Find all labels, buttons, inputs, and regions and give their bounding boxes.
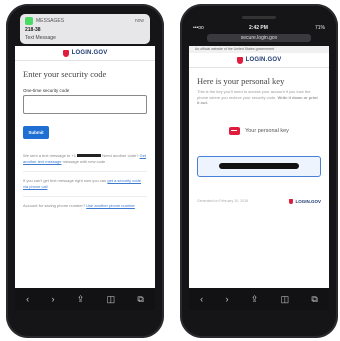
tabs-icon[interactable]: ⧉: [137, 294, 143, 305]
generated-date: Generated on February 10, 2018: [197, 199, 248, 203]
messages-app-icon: [25, 17, 33, 25]
phone-left: MESSAGES now 218-38 Text Message LOGIN.G…: [6, 4, 164, 338]
gov-banner: An official website of the United States…: [189, 46, 329, 53]
redacted-phone: [77, 154, 102, 158]
other-phone-info: Account for saving phone number? Use ano…: [15, 203, 155, 209]
resend-suffix: message with new code: [62, 159, 106, 164]
divider: [23, 196, 147, 197]
personal-key-intro: This is the key you'll need to access yo…: [189, 89, 329, 106]
notification-time: now: [134, 18, 144, 24]
divider: [23, 171, 147, 172]
submit-button[interactable]: Submit: [23, 126, 49, 139]
redacted-personal-key: [219, 163, 299, 169]
sms-notification[interactable]: MESSAGES now 218-38 Text Message: [20, 14, 150, 44]
code-field-label: One-time security code: [23, 88, 70, 93]
phone-call-info: If you can't get text message right now …: [15, 178, 155, 190]
notification-message: Text Message: [25, 35, 56, 41]
brand-label: LOGIN.GOV: [245, 57, 282, 63]
carrier-signal: •••oo: [193, 25, 204, 31]
footer-brand-label: LOGIN.GOV: [295, 198, 321, 204]
login-header: LOGIN.GOV: [189, 53, 329, 67]
security-code-input[interactable]: [23, 95, 147, 114]
speaker-grille: [242, 16, 276, 19]
shield-icon: [236, 56, 243, 64]
bookmarks-icon[interactable]: ◫: [107, 294, 116, 305]
url-field[interactable]: secure.login.gov: [207, 34, 311, 42]
forward-icon[interactable]: ›: [225, 294, 228, 304]
notification-app: MESSAGES: [36, 18, 65, 24]
share-icon[interactable]: ⇪: [251, 294, 259, 305]
bookmarks-icon[interactable]: ◫: [281, 294, 290, 305]
back-icon[interactable]: ‹: [200, 294, 203, 304]
key-label: Your personal key: [245, 127, 289, 134]
personal-key-card: Your personal key: [197, 116, 321, 146]
phone-call-text: If you can't get text message right now …: [23, 178, 107, 183]
personal-key-box: [197, 155, 321, 177]
forward-icon[interactable]: ›: [51, 294, 54, 304]
left-screen: LOGIN.GOV Enter your security code One-t…: [15, 46, 155, 288]
sent-text: We sent a text message to +1: [23, 153, 76, 158]
page-title: Here is your personal key: [197, 76, 285, 86]
key-icon: [229, 126, 241, 135]
other-phone-link[interactable]: Use another phone number: [86, 203, 135, 208]
key-footer: Generated on February 10, 2018 LOGIN.GOV: [197, 198, 321, 204]
login-header: LOGIN.GOV: [15, 46, 155, 60]
sent-message-info: We sent a text message to +1 Need anothe…: [15, 153, 155, 165]
footer-brand: LOGIN.GOV: [289, 198, 321, 204]
back-icon[interactable]: ‹: [26, 294, 29, 304]
page-title: Enter your security code: [23, 69, 107, 79]
notification-sender: 218-38: [25, 27, 41, 33]
tabs-icon[interactable]: ⧉: [311, 294, 317, 305]
address-bar: secure.login.gov: [189, 34, 329, 44]
status-time: 2:42 PM: [249, 25, 268, 31]
safari-toolbar: ‹ › ⇪ ◫ ⧉: [15, 288, 155, 310]
need-code-text: Need another code?: [102, 153, 139, 158]
brand-label: LOGIN.GOV: [71, 50, 108, 56]
share-icon[interactable]: ⇪: [77, 294, 85, 305]
status-bar: •••oo 2:42 PM 71%: [189, 24, 329, 34]
other-phone-text: Account for saving phone number?: [23, 203, 86, 208]
battery-level: 71%: [314, 25, 325, 31]
shield-icon: [62, 49, 69, 57]
phone-right: •••oo 2:42 PM 71% secure.login.gov An of…: [180, 4, 338, 338]
right-screen: An official website of the United States…: [189, 46, 329, 288]
shield-icon: [289, 198, 294, 204]
safari-toolbar: ‹ › ⇪ ◫ ⧉: [189, 288, 329, 310]
